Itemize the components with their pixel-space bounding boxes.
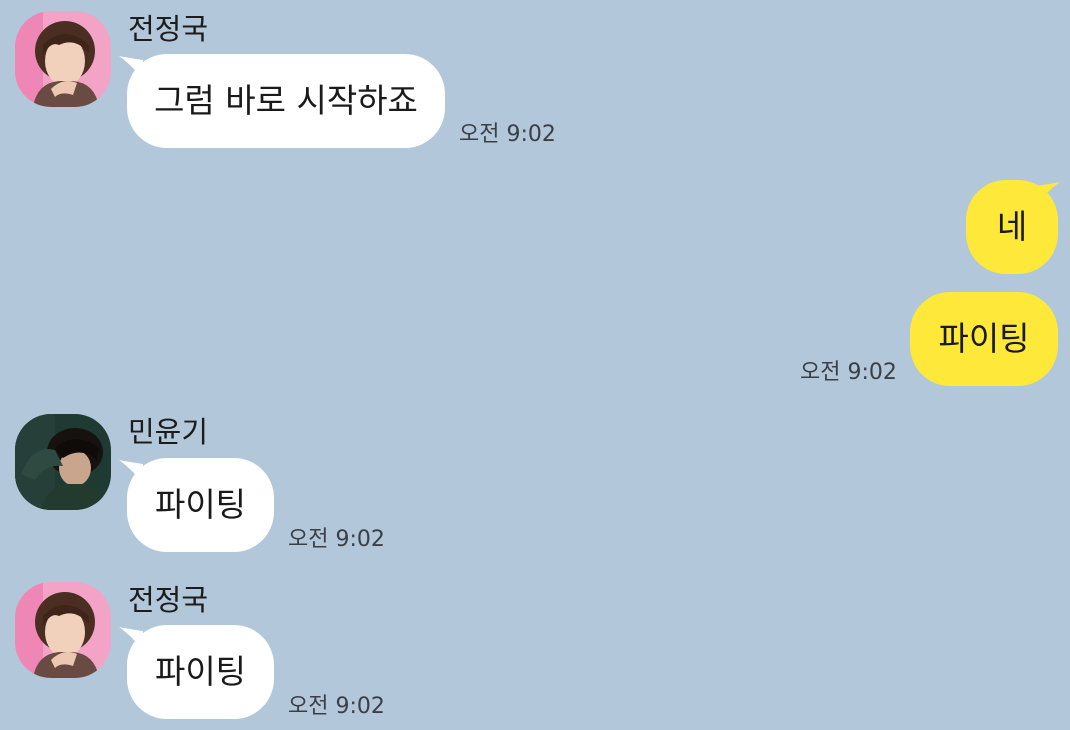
sender-avatar-jungkook[interactable] bbox=[15, 11, 111, 107]
sender-avatar-yoongi[interactable] bbox=[15, 414, 111, 510]
message-timestamp: 오전 9:02 bbox=[800, 360, 897, 385]
message-bubble[interactable]: 네 bbox=[966, 180, 1058, 274]
message-bubble[interactable]: 그럼 바로 시작하죠 bbox=[127, 54, 445, 148]
sender-name: 민윤기 bbox=[128, 415, 209, 449]
sender-avatar-jungkook[interactable] bbox=[15, 582, 111, 678]
message-bubble[interactable]: 파이팅 bbox=[127, 625, 274, 719]
jungkook-profile-photo-icon bbox=[15, 582, 111, 678]
message-timestamp: 오전 9:02 bbox=[288, 694, 385, 719]
message-timestamp: 오전 9:02 bbox=[459, 122, 556, 147]
sender-name: 전정국 bbox=[128, 12, 209, 46]
message-bubble[interactable]: 파이팅 bbox=[127, 458, 274, 552]
yoongi-profile-photo-icon bbox=[15, 414, 111, 510]
message-timestamp: 오전 9:02 bbox=[288, 527, 385, 552]
sender-name: 전정국 bbox=[128, 583, 209, 617]
message-bubble[interactable]: 파이팅 bbox=[910, 292, 1058, 386]
jungkook-profile-photo-icon bbox=[15, 11, 111, 107]
